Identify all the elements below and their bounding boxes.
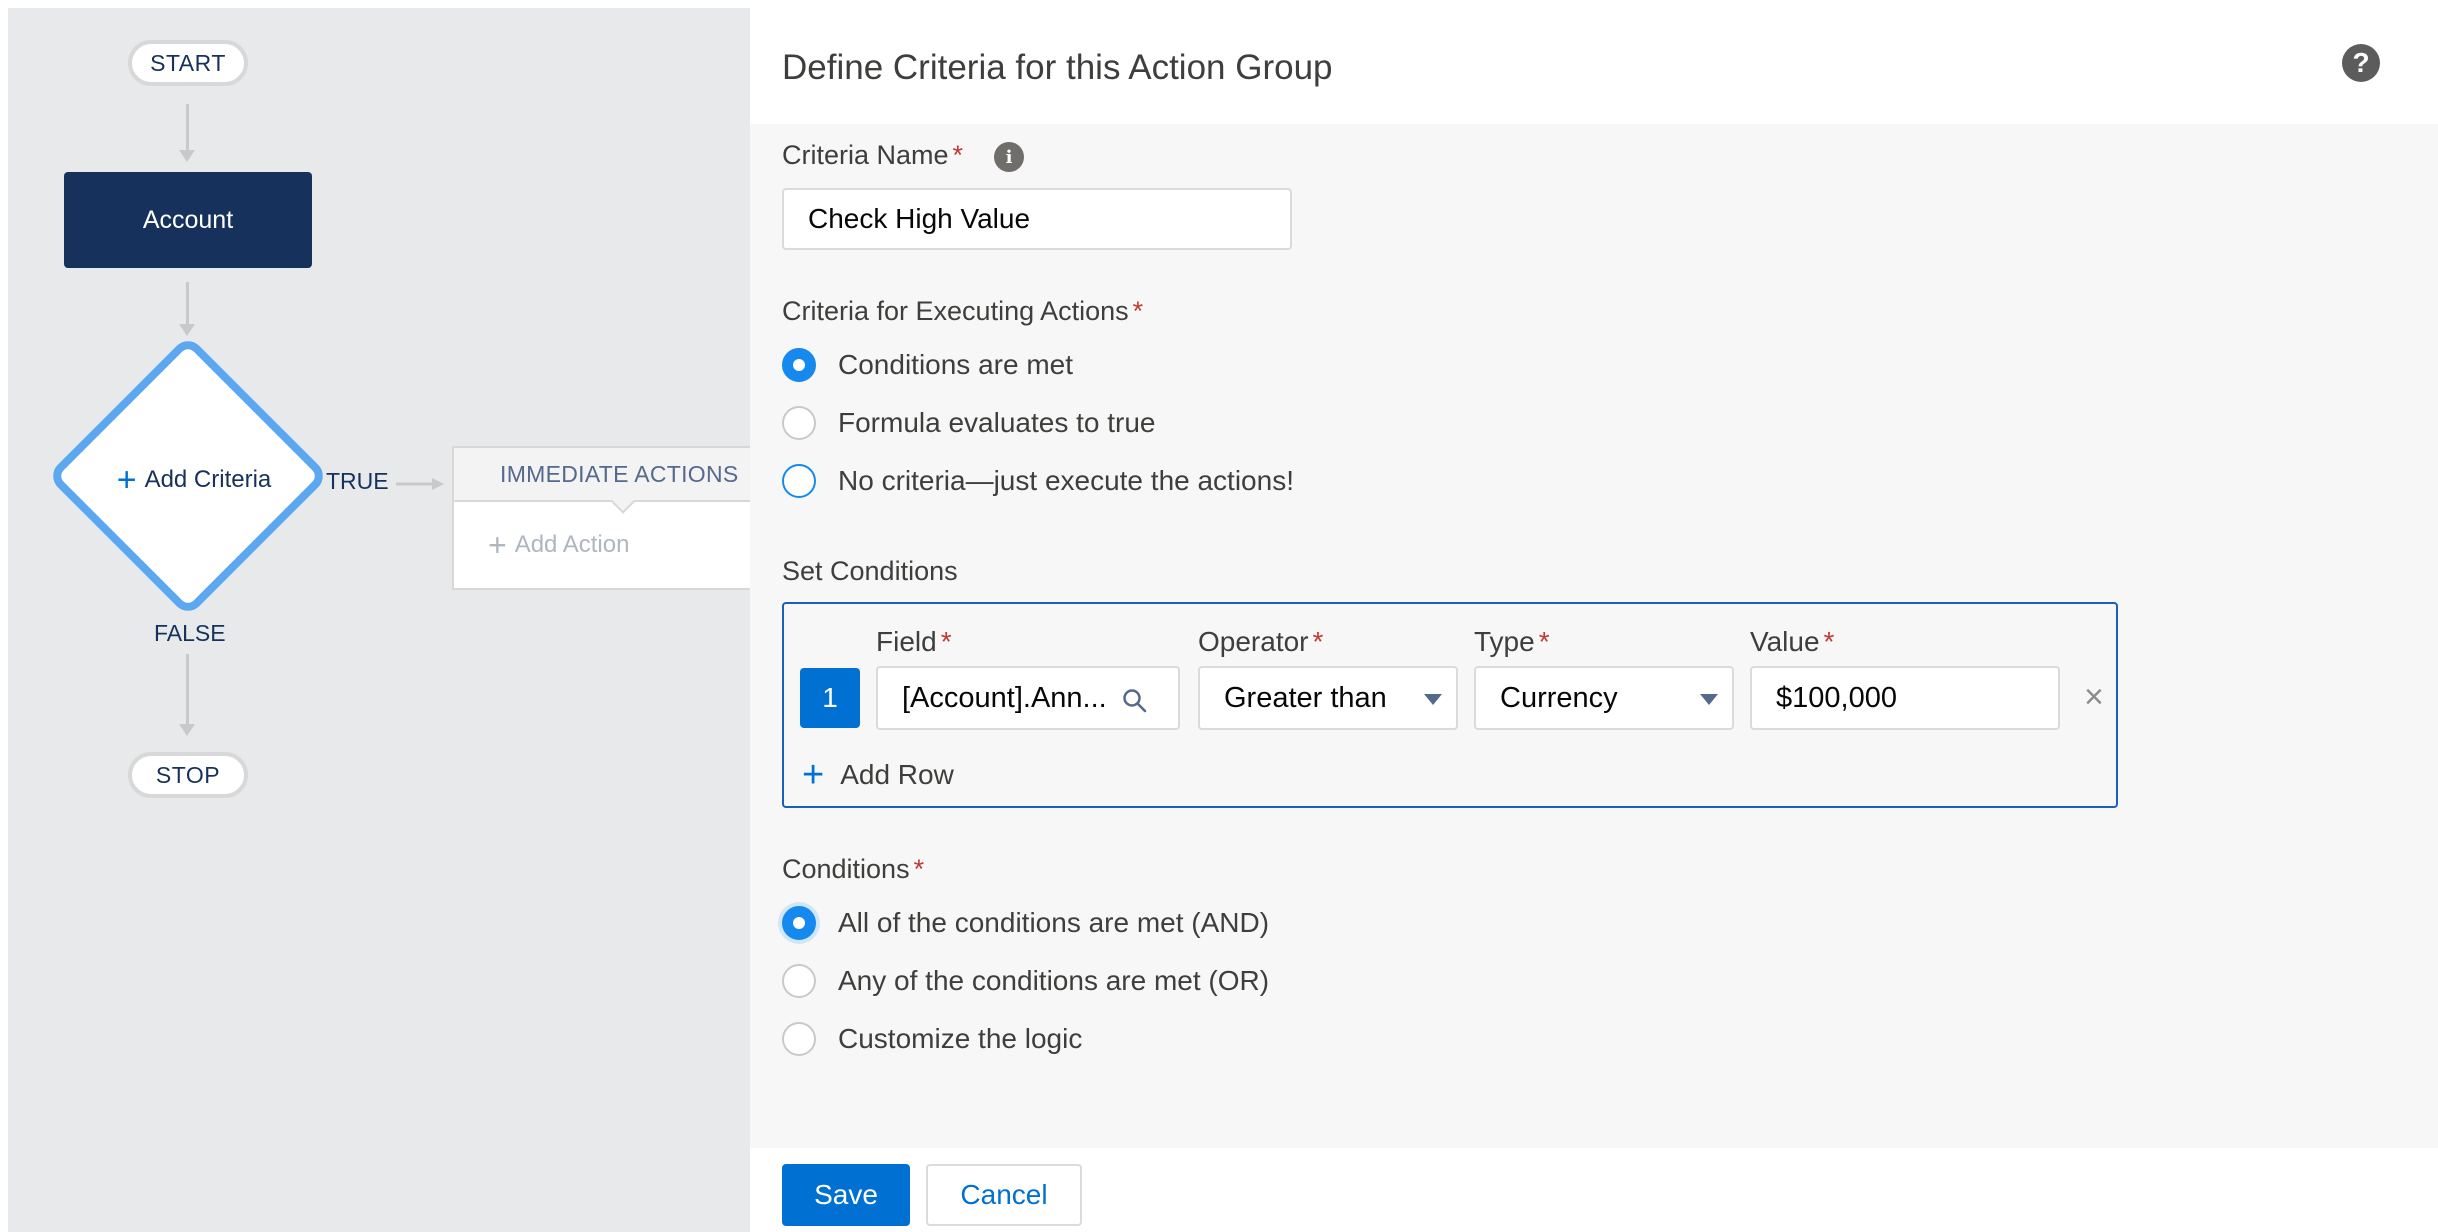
criteria-name-label-text: Criteria Name <box>782 140 949 170</box>
option-label: No criteria—just execute the actions! <box>838 465 1294 496</box>
required-marker: * <box>913 854 925 884</box>
option-label: Conditions are met <box>838 349 1074 380</box>
field-value: [Account].Ann... <box>902 681 1107 714</box>
connector-arrow <box>179 150 195 162</box>
connector-arrow <box>179 324 195 336</box>
executing-option-no-criteria[interactable]: No criteria—just execute the actions! <box>782 464 1294 498</box>
value-column-text: Value <box>1750 626 1820 657</box>
logic-option-custom[interactable]: Customize the logic <box>782 1022 1082 1056</box>
required-marker: * <box>1538 626 1550 657</box>
required-marker: * <box>1312 626 1324 657</box>
required-marker: * <box>1132 296 1144 326</box>
plus-icon: + <box>802 754 825 796</box>
add-action-label: Add Action <box>514 531 630 558</box>
add-criteria-label: Add Criteria <box>144 466 272 493</box>
true-branch-arrow <box>396 478 444 490</box>
close-icon[interactable]: × <box>2084 680 2104 714</box>
radio-button[interactable] <box>782 464 816 498</box>
search-icon <box>1123 689 1147 713</box>
type-select[interactable]: Currency <box>1474 666 1734 730</box>
set-conditions-label: Set Conditions <box>782 556 958 586</box>
true-branch-label: TRUE <box>326 468 389 494</box>
criteria-panel: Define Criteria for this Action Group ? … <box>750 8 2438 1232</box>
radio-button[interactable] <box>782 406 816 440</box>
radio-button[interactable] <box>782 1022 816 1056</box>
immediate-actions-header: IMMEDIATE ACTIONS <box>454 448 758 514</box>
add-criteria-button[interactable]: + Add Criteria <box>100 462 288 498</box>
required-marker: * <box>940 626 952 657</box>
false-branch-label: FALSE <box>154 620 226 646</box>
type-value: Currency <box>1500 681 1618 714</box>
criteria-name-label: Criteria Name * <box>782 140 963 171</box>
conditions-editor: Field * Operator * Type * Value * 1 [Account… <box>782 602 2118 808</box>
plus-icon: + <box>488 526 507 563</box>
required-marker: * <box>1823 626 1835 657</box>
value-input[interactable]: $100,000 <box>1750 666 2060 730</box>
connector-line <box>186 104 189 152</box>
logic-option-or[interactable]: Any of the conditions are met (OR) <box>782 964 1269 998</box>
option-label: Any of the conditions are met (OR) <box>838 965 1270 996</box>
save-button[interactable]: Save <box>782 1164 910 1226</box>
start-node: START <box>128 40 248 86</box>
radio-button[interactable] <box>782 964 816 998</box>
option-label: Customize the logic <box>838 1023 1083 1054</box>
add-action-button[interactable]: + Add Action <box>454 502 758 588</box>
connector-line <box>186 282 189 326</box>
operator-column-label: Operator * <box>1198 626 1323 658</box>
field-column-text: Field <box>876 626 937 657</box>
operator-value: Greater than <box>1224 681 1387 714</box>
field-column-label: Field * <box>876 626 952 658</box>
help-icon[interactable]: ? <box>2342 44 2380 82</box>
field-lookup[interactable]: [Account].Ann... <box>876 666 1180 730</box>
type-column-label: Type * <box>1474 626 1550 658</box>
chevron-down-icon <box>1424 694 1442 705</box>
connector-arrow <box>179 724 195 736</box>
process-canvas: START Account + Add Criteria TRUE IMMEDI… <box>8 8 758 1232</box>
type-column-text: Type <box>1474 626 1535 657</box>
criteria-name-input[interactable]: Check High Value <box>782 188 1292 250</box>
plus-icon: + <box>116 461 137 499</box>
value-column-label: Value * <box>1750 626 1834 658</box>
conditions-logic-label: Conditions * <box>782 854 924 885</box>
executing-criteria-label: Criteria for Executing Actions * <box>782 296 1143 327</box>
executing-option-conditions[interactable]: Conditions are met <box>782 348 1073 382</box>
immediate-actions-title: IMMEDIATE ACTIONS <box>500 460 739 487</box>
connector-line <box>186 654 189 726</box>
row-number-badge: 1 <box>800 668 860 728</box>
radio-button[interactable] <box>782 348 816 382</box>
operator-select[interactable]: Greater than <box>1198 666 1458 730</box>
conditions-logic-label-text: Conditions <box>782 854 910 884</box>
executing-criteria-label-text: Criteria for Executing Actions <box>782 296 1129 326</box>
option-label: Formula evaluates to true <box>838 407 1156 438</box>
operator-column-text: Operator <box>1198 626 1309 657</box>
logic-option-and[interactable]: All of the conditions are met (AND) <box>782 906 1269 940</box>
immediate-actions-panel: IMMEDIATE ACTIONS + Add Action <box>452 446 758 590</box>
executing-option-formula[interactable]: Formula evaluates to true <box>782 406 1156 440</box>
option-label: All of the conditions are met (AND) <box>838 907 1270 938</box>
info-icon[interactable]: i <box>994 142 1024 172</box>
stop-node: STOP <box>128 752 248 798</box>
top-divider <box>0 0 2438 8</box>
panel-title: Define Criteria for this Action Group <box>782 48 1333 87</box>
required-marker: * <box>952 140 964 170</box>
add-row-button[interactable]: + Add Row <box>802 756 954 794</box>
add-row-label: Add Row <box>840 759 954 790</box>
object-node[interactable]: Account <box>64 172 312 268</box>
cancel-button[interactable]: Cancel <box>926 1164 1082 1226</box>
chevron-down-icon <box>1700 694 1718 705</box>
radio-button[interactable] <box>782 906 816 940</box>
